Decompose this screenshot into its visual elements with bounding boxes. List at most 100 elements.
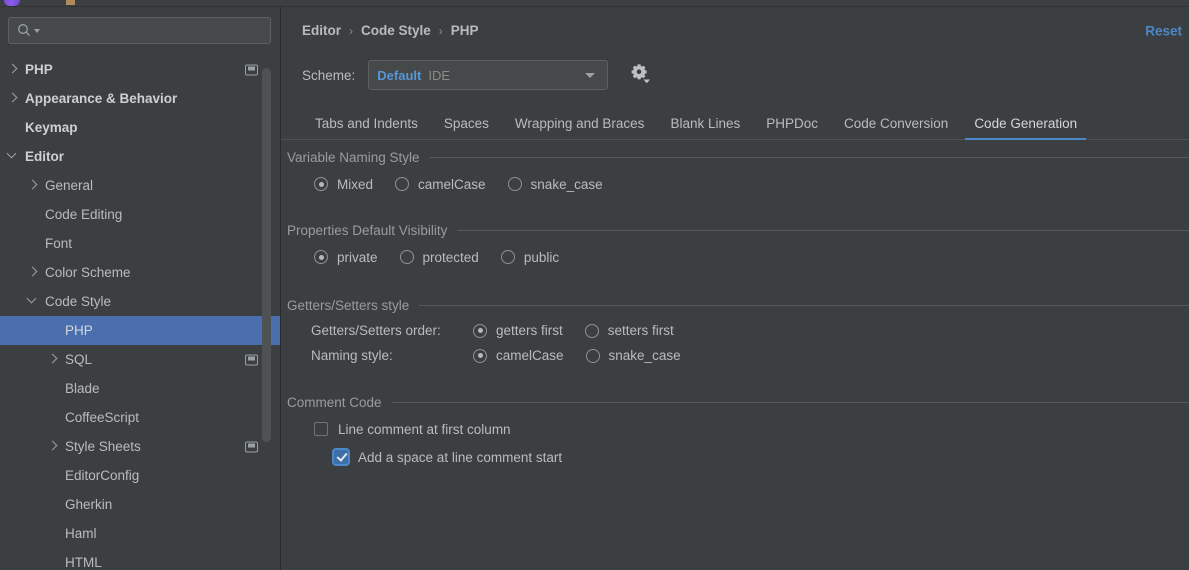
radio-camelcase[interactable] [395,177,410,191]
sidebar-item-html[interactable]: HTML [0,548,280,570]
sidebar-item-sql[interactable]: SQL [0,345,280,374]
sidebar-item-editor[interactable]: Editor [0,142,280,171]
gear-dropdown-icon[interactable] [631,64,653,86]
breadcrumb-item-editor[interactable]: Editor [302,23,341,38]
getters-setters-order-row: Getters/Setters order: getters first set… [311,318,1189,343]
section-title: Comment Code [287,394,382,410]
sidebar-item-blade[interactable]: Blade [0,374,280,403]
search-icon [17,23,32,38]
scheme-value-name: Default [377,67,422,83]
sidebar-item-label: PHP [25,62,53,77]
radio-label-snakecase[interactable]: snake_case [531,177,603,192]
radio-label-gs-camelcase[interactable]: camelCase [496,348,564,363]
section-header: Variable Naming Style [281,144,1189,170]
radio-protected[interactable] [399,250,414,264]
tab-spaces[interactable]: Spaces [431,116,502,140]
checkbox-line-comment-at-first-column[interactable] [314,422,328,436]
sidebar-item-code-style[interactable]: Code Style [0,287,280,316]
section-header: Getters/Setters style [281,292,1189,318]
radio-public[interactable] [500,250,515,264]
sidebar-item-style-sheets[interactable]: Style Sheets [0,432,280,461]
radio-label-public[interactable]: public [524,250,559,265]
app-logo-icon [4,0,20,6]
reset-link[interactable]: Reset [1145,23,1182,38]
sidebar-item-appearance-behavior[interactable]: Appearance & Behavior [0,84,280,113]
tab-code-conversion[interactable]: Code Conversion [831,116,961,140]
radio-label-setters-first[interactable]: setters first [608,323,674,338]
tab-phpdoc[interactable]: PHPDoc [753,116,831,140]
chevron-right-icon[interactable] [28,180,39,191]
checkbox-label-line-comment-at-first-column[interactable]: Line comment at first column [338,422,511,437]
chevron-right-icon[interactable] [48,354,59,365]
chevron-right-icon[interactable] [8,64,19,75]
section-getters-setters-style: Getters/Setters style Getters/Setters or… [281,292,1189,368]
radio-gs-snakecase[interactable] [585,348,600,363]
editor-tab-marker-icon [66,0,75,5]
sidebar-item-code-editing[interactable]: Code Editing [0,200,280,229]
sidebar-scrollbar[interactable] [262,68,271,442]
radio-label-gs-snakecase[interactable]: snake_case [609,348,681,363]
checkbox-label-add-space-at-line-comment-start[interactable]: Add a space at line comment start [358,450,562,465]
search-input[interactable] [40,23,270,38]
sidebar-item-label: Code Editing [45,207,123,222]
radio-private[interactable] [314,250,328,264]
sidebar-item-label: SQL [65,352,93,367]
tab-tabs-and-indents[interactable]: Tabs and Indents [302,116,431,140]
tab-blank-lines[interactable]: Blank Lines [657,116,753,140]
sidebar-item-coffeescript[interactable]: CoffeeScript [0,403,280,432]
sidebar-item-php[interactable]: PHP [0,316,280,345]
sidebar-item-label: General [45,178,94,193]
radio-label-getters-first[interactable]: getters first [496,323,563,338]
section-header: Properties Default Visibility [281,217,1189,243]
sidebar-item-font[interactable]: Font [0,229,280,258]
tab-wrapping-and-braces[interactable]: Wrapping and Braces [502,116,658,140]
project-scope-badge-icon [245,64,258,75]
section-divider [429,156,1189,158]
breadcrumb-item-code-style[interactable]: Code Style [361,23,431,38]
sidebar-item-color-scheme[interactable]: Color Scheme [0,258,280,287]
radio-label-mixed[interactable]: Mixed [337,177,373,192]
chevron-right-icon[interactable] [28,267,39,278]
sidebar-item-label: CoffeeScript [65,410,140,425]
chevron-down-icon[interactable] [8,151,19,162]
radio-gs-camelcase[interactable] [473,348,487,363]
sidebar-item-label: EditorConfig [65,468,140,483]
radio-label-private[interactable]: private [337,250,378,265]
chevron-down-icon[interactable] [28,296,39,307]
sidebar-item-general[interactable]: General [0,171,280,200]
sidebar-item-label: Color Scheme [45,265,131,280]
sidebar-item-keymap[interactable]: Keymap [0,113,280,142]
radio-label-camelcase[interactable]: camelCase [418,177,486,192]
radio-setters-first[interactable] [584,323,599,338]
radio-label-protected[interactable]: protected [423,250,479,265]
sidebar-item-label: Blade [65,381,100,396]
search-box[interactable] [8,17,271,44]
tab-code-generation[interactable]: Code Generation [961,116,1090,140]
chevron-right-icon[interactable] [8,93,19,104]
section-divider [457,229,1189,231]
breadcrumb-item-php[interactable]: PHP [451,23,479,38]
sidebar-item-php[interactable]: PHP [0,55,280,84]
section-divider [419,304,1189,306]
chevron-right-icon[interactable] [48,441,59,452]
radio-mixed[interactable] [314,177,328,191]
scheme-select[interactable]: Default IDE [368,60,609,90]
sidebar-item-label: HTML [65,555,102,570]
radio-getters-first[interactable] [473,323,487,338]
sidebar-item-editorconfig[interactable]: EditorConfig [0,461,280,490]
project-scope-badge-icon [245,441,258,452]
radio-snakecase[interactable] [507,177,522,191]
breadcrumb: Editor › Code Style › PHP Reset [281,7,1189,54]
sidebar-item-haml[interactable]: Haml [0,519,280,548]
section-header: Comment Code [281,389,1189,415]
checkbox-add-space-at-line-comment-start[interactable] [334,450,348,464]
sidebar-item-gherkin[interactable]: Gherkin [0,490,280,519]
breadcrumb-separator: › [349,23,353,38]
section-title: Getters/Setters style [287,297,410,313]
